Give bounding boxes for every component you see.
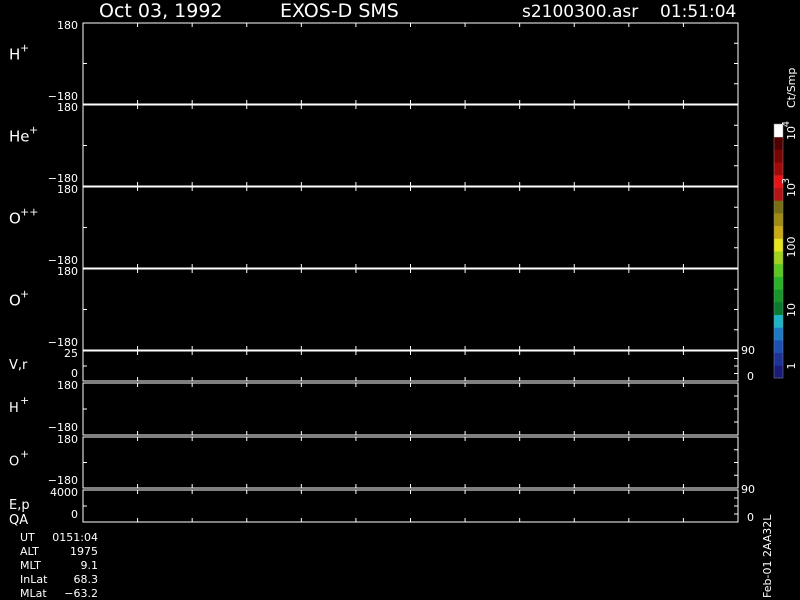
colorbar-segment xyxy=(774,136,783,150)
footer-label: ALT xyxy=(20,545,39,558)
header-instrument: EXOS-D SMS xyxy=(280,0,399,22)
panel-frame xyxy=(82,104,739,187)
panel-label-sup: + xyxy=(20,448,29,461)
panel-label: H xyxy=(9,401,19,416)
colorbar-segment xyxy=(774,149,783,163)
panel-frame xyxy=(82,268,739,351)
colorbar-tick: 100 xyxy=(785,237,798,258)
footer-value: 1975 xyxy=(70,545,98,558)
panel-frame xyxy=(82,186,739,269)
right-min-label: 0 xyxy=(747,370,754,383)
version-label: Feb-01 2AA32L xyxy=(761,514,774,598)
panel-frame xyxy=(82,489,739,523)
panel-3: 180−180O + xyxy=(9,265,739,351)
panel-label: V,r xyxy=(9,358,28,373)
panel-frame xyxy=(82,22,739,105)
footer-value: 68.3 xyxy=(74,573,99,586)
header-file: s2100300.asr xyxy=(522,2,638,22)
right-min-label: 0 xyxy=(747,511,754,524)
footer-label: MLT xyxy=(20,559,41,572)
panels-group: 180−180H +180−180He +180−180O ++180−180O +25… xyxy=(9,19,755,528)
colorbar-tick-label: 1 xyxy=(785,363,798,370)
y-max-label: 4000 xyxy=(50,486,78,499)
colorbar-unit-group: Ct/Smp xyxy=(785,68,798,108)
version-group: Feb-01 2AA32L xyxy=(761,514,774,598)
colorbar-segment xyxy=(774,200,783,214)
panel-5: 180−180H+ xyxy=(9,379,739,436)
colorbar-segment xyxy=(774,225,783,239)
footer-value: 0151:04 xyxy=(52,531,98,544)
footer-label: UT xyxy=(20,531,35,544)
y-max-label: 180 xyxy=(57,265,78,278)
panel-label-2: QA xyxy=(9,513,28,528)
footer-value: 9.1 xyxy=(81,559,99,572)
panel-label: H xyxy=(9,45,20,63)
panel-label: He xyxy=(9,127,30,145)
colorbar-segment xyxy=(774,251,783,265)
footer-info: UT 0151:04 ALT 1975 MLT 9.1 InLat 68.3 MLat −63.2… xyxy=(20,514,774,600)
colorbar-segment xyxy=(774,352,783,366)
colorbar-segment xyxy=(774,276,783,290)
right-max-label: 90 xyxy=(741,483,755,496)
colorbar: 1 10 100 103 104 Ct/Smp xyxy=(773,68,798,379)
colorbar-segment xyxy=(774,212,783,227)
panel-2: 180−180O ++ xyxy=(9,183,739,269)
y-max-label: 180 xyxy=(57,433,78,446)
colorbar-segment xyxy=(774,301,783,315)
colorbar-segment xyxy=(774,314,783,328)
exos-d-plot: Oct 03, 1992 EXOS-D SMS s2100300.asr 01:… xyxy=(9,0,798,600)
header-date: Oct 03, 1992 xyxy=(99,0,223,22)
colorbar-segment xyxy=(774,289,783,303)
colorbar-unit: Ct/Smp xyxy=(785,68,798,108)
panel-7: 4000 0 E,pQA 90 0 xyxy=(9,483,755,528)
panel-frame xyxy=(82,382,739,436)
panel-0: 180−180H + xyxy=(9,19,739,105)
footer-label: MLat xyxy=(20,587,47,600)
panel-6: 180−180O+ xyxy=(9,433,739,489)
panel-label: E,p xyxy=(9,498,30,513)
panel-label-sup: + xyxy=(20,287,29,300)
colorbar-segment xyxy=(774,238,783,252)
colorbar-tick: 10 xyxy=(785,303,798,317)
right-max-label: 90 xyxy=(741,344,755,357)
y-min-label: 0 xyxy=(71,508,78,521)
panel-label-sup: + xyxy=(20,41,29,54)
colorbar-segment xyxy=(774,327,783,341)
header-time: 01:51:04 xyxy=(660,2,736,22)
colorbar-segment xyxy=(774,263,783,277)
panel-label-sup: ++ xyxy=(20,205,38,218)
colorbar-tick: 104 xyxy=(781,121,798,140)
colorbar-tick-sup: 4 xyxy=(781,121,792,127)
panel-label-sup: + xyxy=(29,123,38,136)
panel-1: 180−180He + xyxy=(9,101,739,187)
colorbar-tick: 1 xyxy=(785,363,798,370)
footer-label: InLat xyxy=(20,573,48,586)
colorbar-tick: 103 xyxy=(781,178,798,197)
y-max-label: 25 xyxy=(64,347,78,360)
colorbar-segment xyxy=(774,339,783,354)
panel-label: O xyxy=(9,455,19,470)
colorbar-segment xyxy=(774,187,783,201)
colorbar-tick-label: 10 xyxy=(785,303,798,317)
colorbar-tick-label: 100 xyxy=(785,237,798,258)
colorbar-segment xyxy=(774,162,783,176)
y-max-label: 180 xyxy=(57,19,78,32)
colorbar-segment xyxy=(774,365,783,379)
y-max-label: 180 xyxy=(57,183,78,196)
footer-value: −63.2 xyxy=(64,587,98,600)
y-max-label: 180 xyxy=(57,379,78,392)
panel-frame xyxy=(82,436,739,489)
colorbar-tick-sup: 3 xyxy=(781,178,792,184)
panel-frame xyxy=(82,350,739,382)
y-max-label: 180 xyxy=(57,101,78,114)
panel-label-sup: + xyxy=(20,394,29,407)
